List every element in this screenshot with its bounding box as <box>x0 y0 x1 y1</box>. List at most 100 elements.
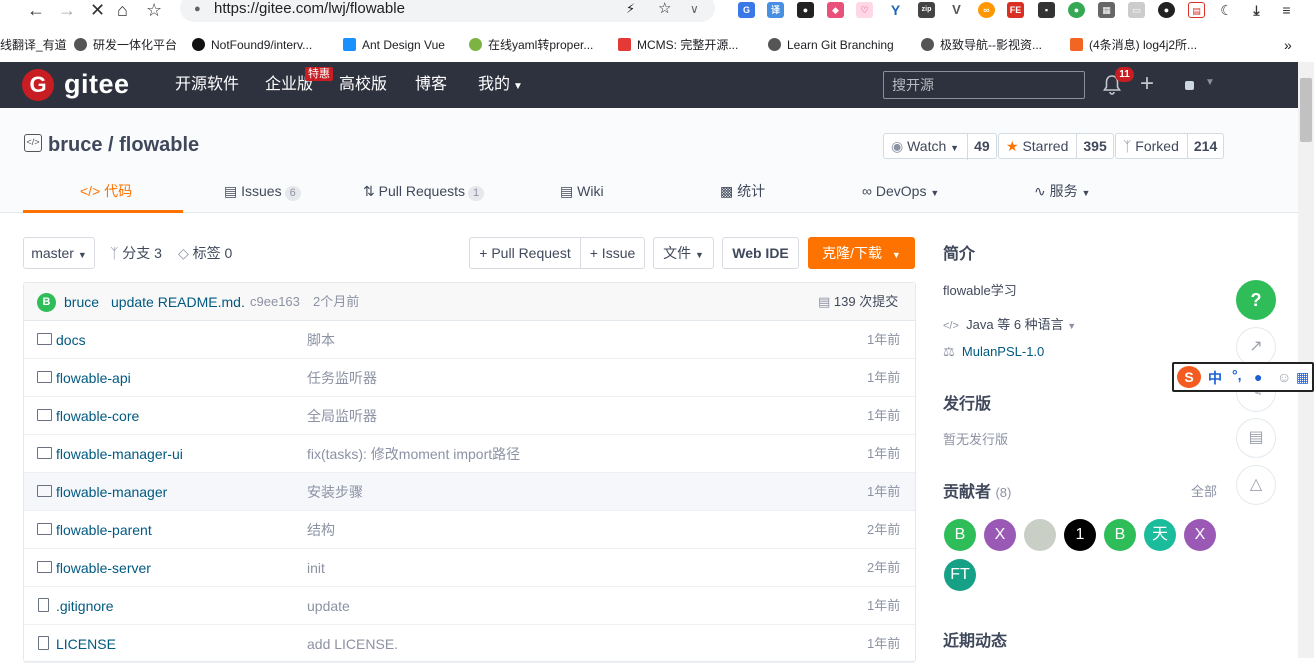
pull-request-button[interactable]: + Pull Request <box>469 237 581 269</box>
bookmark-item[interactable]: Learn Git Branching <box>768 37 894 54</box>
dark-mode-icon[interactable]: ☾ <box>1218 2 1235 18</box>
star-count[interactable]: 395 <box>1077 134 1112 158</box>
bookmark-item[interactable]: MCMS: 完整开源... <box>618 37 738 54</box>
bookmark-star-icon[interactable]: ☆ <box>146 0 162 20</box>
contributor-avatar[interactable]: 天 <box>1144 519 1176 551</box>
table-row[interactable]: flowable-parent 结构 2年前 <box>24 511 915 549</box>
ext-icon-screen[interactable]: ▭ <box>1128 2 1145 18</box>
ext-icon-grid[interactable]: ▦ <box>1098 2 1115 18</box>
search-input[interactable]: 搜开源 <box>883 71 1085 99</box>
table-row[interactable]: LICENSE add LICENSE. 1年前 <box>24 625 915 663</box>
home-icon[interactable]: ⌂ <box>117 0 128 20</box>
ext-icon-pink[interactable]: ◆ <box>827 2 844 18</box>
file-name[interactable]: .gitignore <box>56 598 114 614</box>
ext-icon-terminal[interactable]: ▪ <box>1038 2 1055 18</box>
ext-icon-heart[interactable]: ♡ <box>856 2 873 18</box>
file-name[interactable]: LICENSE <box>56 636 116 652</box>
file-name[interactable]: flowable-api <box>56 370 131 386</box>
comment-icon[interactable]: ▤ <box>1236 418 1276 458</box>
table-row[interactable]: flowable-server init 2年前 <box>24 549 915 587</box>
tab-stats[interactable]: ▩ 统计 <box>720 181 765 201</box>
table-row[interactable]: .gitignore update 1年前 <box>24 587 915 625</box>
forward-icon[interactable]: → <box>58 0 76 20</box>
commit-count[interactable]: ▤ 139 次提交 <box>818 294 898 310</box>
pdf-ext-icon[interactable]: ▤ <box>1188 2 1205 18</box>
punct-icon[interactable]: °, <box>1232 367 1242 383</box>
file-commit-message[interactable]: update <box>307 598 350 614</box>
fork-count[interactable]: 214 <box>1188 134 1223 158</box>
tab-services[interactable]: ∿ 服务 ▼ <box>1034 181 1090 203</box>
contributor-avatar[interactable] <box>1024 519 1056 551</box>
caret-down-icon[interactable]: ▼ <box>1205 77 1215 88</box>
star-button[interactable]: ★ Starred 395 <box>998 133 1114 159</box>
file-name[interactable]: flowable-manager-ui <box>56 446 183 462</box>
file-commit-message[interactable]: 任务监听器 <box>307 370 377 386</box>
watch-button[interactable]: ◉ Watch ▼ 49 <box>883 133 997 160</box>
contributor-avatar[interactable]: 1 <box>1064 519 1096 551</box>
tab-wiki[interactable]: ▤ Wiki <box>560 181 604 201</box>
tab-devops[interactable]: ∞ DevOps ▼ <box>862 181 939 203</box>
avatar[interactable] <box>1185 81 1194 90</box>
commit-avatar[interactable]: B <box>37 293 56 312</box>
file-commit-message[interactable]: add LICENSE. <box>307 636 398 652</box>
ext-icon-y[interactable]: Y <box>887 2 904 18</box>
file-commit-message[interactable]: init <box>307 560 325 576</box>
share-icon[interactable]: ↗ <box>1236 327 1276 367</box>
ext-icon-dark[interactable]: ● <box>797 2 814 18</box>
file-menu-button[interactable]: 文件 ▼ <box>653 237 714 269</box>
nav-blog[interactable]: 博客 <box>415 75 447 95</box>
file-name[interactable]: docs <box>56 332 86 348</box>
ext-icon-circle[interactable]: ● <box>1158 2 1175 18</box>
contributor-avatar[interactable]: X <box>1184 519 1216 551</box>
clone-download-button[interactable]: 克隆/下载 ▼ <box>808 237 915 269</box>
issue-button[interactable]: + Issue <box>580 237 645 269</box>
language-info[interactable]: </> Java 等 6 种语言 ▼ <box>943 316 1076 335</box>
tags-link[interactable]: ◇ 标签 0 <box>178 245 232 261</box>
nav-university[interactable]: 高校版 <box>339 75 387 95</box>
contributor-avatar[interactable]: X <box>984 519 1016 551</box>
menu-icon[interactable]: ≡ <box>1278 2 1295 18</box>
ext-icon-globe[interactable]: ● <box>1068 2 1085 18</box>
grid-icon[interactable]: ▦ <box>1296 369 1309 386</box>
nav-open-source[interactable]: 开源软件 <box>175 75 239 95</box>
file-name[interactable]: flowable-server <box>56 560 151 576</box>
file-name[interactable]: flowable-core <box>56 408 139 424</box>
table-row[interactable]: flowable-api 任务监听器 1年前 <box>24 359 915 397</box>
file-commit-message[interactable]: 脚本 <box>307 332 335 348</box>
contributors-all-link[interactable]: 全部 <box>1191 483 1217 500</box>
bookmark-item[interactable]: 极致导航--影视资... <box>921 37 1042 54</box>
help-button[interactable]: ? <box>1236 280 1276 320</box>
chevron-down-icon[interactable]: ∨ <box>690 0 699 24</box>
repo-title[interactable]: bruce / flowable <box>48 133 199 157</box>
address-bar[interactable]: ● https://gitee.com/lwj/flowable ⚡ ☆ ∨ <box>180 0 715 22</box>
nav-mine[interactable]: 我的 ▼ <box>478 75 523 97</box>
commit-message[interactable]: update README.md. <box>111 294 245 310</box>
mic-icon[interactable]: ● <box>1254 369 1262 385</box>
bookmark-item[interactable]: Ant Design Vue <box>343 37 445 54</box>
file-commit-message[interactable]: 结构 <box>307 522 335 538</box>
table-row[interactable]: flowable-manager-ui fix(tasks): 修改moment … <box>24 435 915 473</box>
bookmark-item[interactable]: 线翻译_有道 <box>0 37 67 54</box>
translate-cn-ext-icon[interactable]: 译 <box>767 2 784 18</box>
ext-icon-v[interactable]: V <box>948 2 965 18</box>
file-name[interactable]: flowable-manager <box>56 484 167 500</box>
bookmarks-more[interactable]: » <box>1284 37 1292 54</box>
watch-count[interactable]: 49 <box>968 134 996 158</box>
ext-icon-orange[interactable]: ∞ <box>978 2 995 18</box>
lightning-icon[interactable]: ⚡ <box>626 0 635 24</box>
plus-icon[interactable]: + <box>1140 70 1154 98</box>
star-icon[interactable]: ☆ <box>658 0 671 24</box>
bookmark-item[interactable]: (4条消息) log4j2所... <box>1070 37 1197 54</box>
file-name[interactable]: flowable-parent <box>56 522 152 538</box>
stop-icon[interactable]: ✕ <box>90 0 105 20</box>
scrollbar[interactable] <box>1298 62 1314 658</box>
commit-author[interactable]: bruce <box>64 294 99 310</box>
scrollbar-thumb[interactable] <box>1300 78 1312 142</box>
gitzip-ext-icon[interactable]: zip <box>918 2 935 18</box>
bookmark-item[interactable]: NotFound9/interv... <box>192 37 312 54</box>
bookmark-item[interactable]: 研发一体化平台 <box>74 37 177 54</box>
contributor-avatar[interactable]: B <box>944 519 976 551</box>
report-icon[interactable]: △ <box>1236 465 1276 505</box>
user-icon[interactable]: ☺ <box>1277 369 1291 385</box>
ime-mode[interactable]: 中 <box>1208 369 1222 387</box>
